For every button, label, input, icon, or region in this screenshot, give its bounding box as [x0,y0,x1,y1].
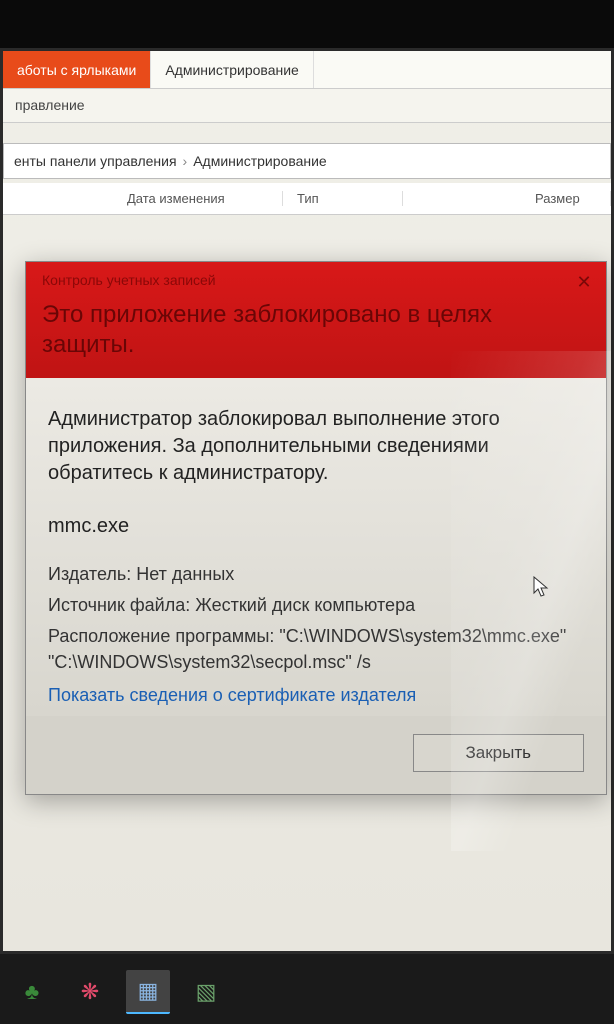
taskbar-app-icon[interactable]: ▧ [184,970,228,1014]
screen-area: аботы с ярлыками Администрирование правл… [0,48,614,954]
uac-location-label: Расположение программы: [48,626,274,646]
taskbar-app-icon[interactable]: ▦ [126,970,170,1014]
uac-publisher-value: Нет данных [136,564,234,584]
uac-publisher-row: Издатель: Нет данных [48,562,584,587]
breadcrumb[interactable]: енты панели управления › Администрирован… [3,143,611,179]
taskbar-app-icon[interactable]: ♣ [10,970,54,1014]
uac-caption: Контроль учетных записей [42,272,590,288]
uac-heading: Это приложение заблокировано в целях защ… [42,300,590,360]
uac-location-row: Расположение программы: "C:\WINDOWS\syst… [48,624,584,674]
uac-message: Администратор заблокировал выполнение эт… [48,406,584,487]
column-header-date[interactable]: Дата изменения [113,191,283,206]
monitor-bezel-top [0,0,614,48]
uac-body: Администратор заблокировал выполнение эт… [26,378,606,716]
breadcrumb-part-administration[interactable]: Администрирование [193,153,327,169]
uac-source-label: Источник файла: [48,595,190,615]
column-header-size[interactable]: Размер [521,191,611,206]
taskbar-app-icon[interactable]: ❋ [68,970,112,1014]
taskbar: ♣ ❋ ▦ ▧ [0,960,614,1024]
column-header-type[interactable]: Тип [283,191,403,206]
ribbon-tabs: аботы с ярлыками Администрирование [3,51,611,89]
breadcrumb-part-control-panel[interactable]: енты панели управления [14,153,177,169]
ribbon-tab-shortcuts[interactable]: аботы с ярлыками [3,51,151,88]
uac-source-value: Жесткий диск компьютера [195,595,415,615]
ribbon-tab-administration[interactable]: Администрирование [151,51,314,88]
uac-source-row: Источник файла: Жесткий диск компьютера [48,593,584,618]
close-button[interactable]: Закрыть [413,734,584,772]
chevron-right-icon: › [183,153,188,169]
uac-executable-name: mmc.exe [48,515,584,538]
ribbon-section-label: правление [3,89,611,123]
uac-publisher-label: Издатель: [48,564,131,584]
uac-dialog: Контроль учетных записей Это приложение … [25,261,607,795]
table-header-row: Дата изменения Тип Размер [3,183,611,215]
close-icon[interactable]: ✕ [572,270,596,294]
uac-certificate-link[interactable]: Показать сведения о сертификате издателя [48,685,584,706]
uac-footer: Закрыть [26,716,606,794]
uac-header: Контроль учетных записей Это приложение … [26,262,606,378]
